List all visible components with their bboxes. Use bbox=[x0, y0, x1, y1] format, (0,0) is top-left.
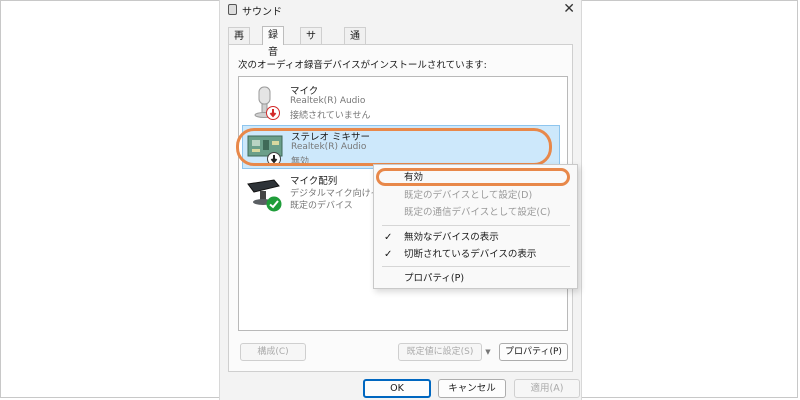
ok-button[interactable]: OK bbox=[363, 379, 431, 398]
menu-item-label: 有効 bbox=[404, 172, 424, 183]
default-green-check-icon bbox=[266, 196, 282, 212]
disconnected-red-arrow-icon bbox=[266, 106, 280, 120]
device-status: 既定のデバイス bbox=[290, 201, 353, 211]
device-status: 無効 bbox=[291, 157, 310, 167]
device-status: 接続されていません bbox=[290, 111, 371, 121]
device-name: マイク配列 bbox=[290, 176, 338, 187]
set-default-button[interactable]: 既定値に設定(S) bbox=[398, 343, 482, 361]
menu-item-enable[interactable]: 有効 bbox=[374, 169, 577, 186]
cancel-button[interactable]: キャンセル bbox=[438, 379, 506, 398]
menu-item-label: プロパティ(P) bbox=[404, 273, 465, 284]
menu-item-label: 切断されているデバイスの表示 bbox=[404, 249, 537, 260]
window-title: サウンド bbox=[242, 7, 282, 18]
apply-button[interactable]: 適用(A) bbox=[514, 379, 580, 398]
configure-button[interactable]: 構成(C) bbox=[240, 343, 306, 361]
close-button[interactable]: ✕ bbox=[563, 1, 575, 17]
tab-recording[interactable]: 録音 bbox=[262, 26, 284, 58]
menu-item-label: 既定のデバイスとして設定(D) bbox=[404, 190, 533, 201]
set-default-dropdown-icon[interactable]: ▼ bbox=[483, 343, 493, 361]
menu-separator bbox=[382, 266, 570, 267]
device-item-stereo-mixer[interactable]: ステレオ ミキサー Realtek(R) Audio 無効 bbox=[242, 125, 560, 169]
menu-item-label: 無効なデバイスの表示 bbox=[404, 232, 499, 243]
menu-item-show-disabled[interactable]: ✓ 無効なデバイスの表示 bbox=[374, 229, 577, 246]
device-driver: Realtek(R) Audio bbox=[291, 142, 367, 152]
properties-button[interactable]: プロパティ(P) bbox=[499, 343, 568, 361]
device-driver: Realtek(R) Audio bbox=[290, 96, 366, 106]
menu-item-properties[interactable]: プロパティ(P) bbox=[374, 270, 577, 287]
speaker-icon bbox=[228, 4, 237, 15]
device-name: ステレオ ミキサー bbox=[291, 132, 371, 143]
menu-item-label: 既定の通信デバイスとして設定(C) bbox=[404, 207, 551, 218]
tab-communications[interactable]: 通信 bbox=[344, 27, 366, 59]
disabled-down-arrow-icon bbox=[267, 152, 281, 166]
tab-sounds[interactable]: サウンド bbox=[300, 27, 322, 93]
menu-item-show-disconnected[interactable]: ✓ 切断されているデバイスの表示 bbox=[374, 246, 577, 263]
title-bar: サウンド ✕ bbox=[220, 0, 581, 20]
device-name: マイク bbox=[290, 86, 319, 97]
context-menu: 有効 既定のデバイスとして設定(D) 既定の通信デバイスとして設定(C) ✓ 無… bbox=[373, 164, 578, 289]
checkmark-icon: ✓ bbox=[384, 232, 393, 243]
tab-playback[interactable]: 再生 bbox=[228, 27, 250, 59]
device-item-microphone[interactable]: マイク Realtek(R) Audio 接続されていません bbox=[242, 80, 560, 124]
menu-item-set-default[interactable]: 既定のデバイスとして設定(D) bbox=[374, 187, 577, 204]
menu-separator bbox=[382, 225, 570, 226]
checkmark-icon: ✓ bbox=[384, 249, 393, 260]
menu-item-set-default-communications[interactable]: 既定の通信デバイスとして設定(C) bbox=[374, 204, 577, 221]
